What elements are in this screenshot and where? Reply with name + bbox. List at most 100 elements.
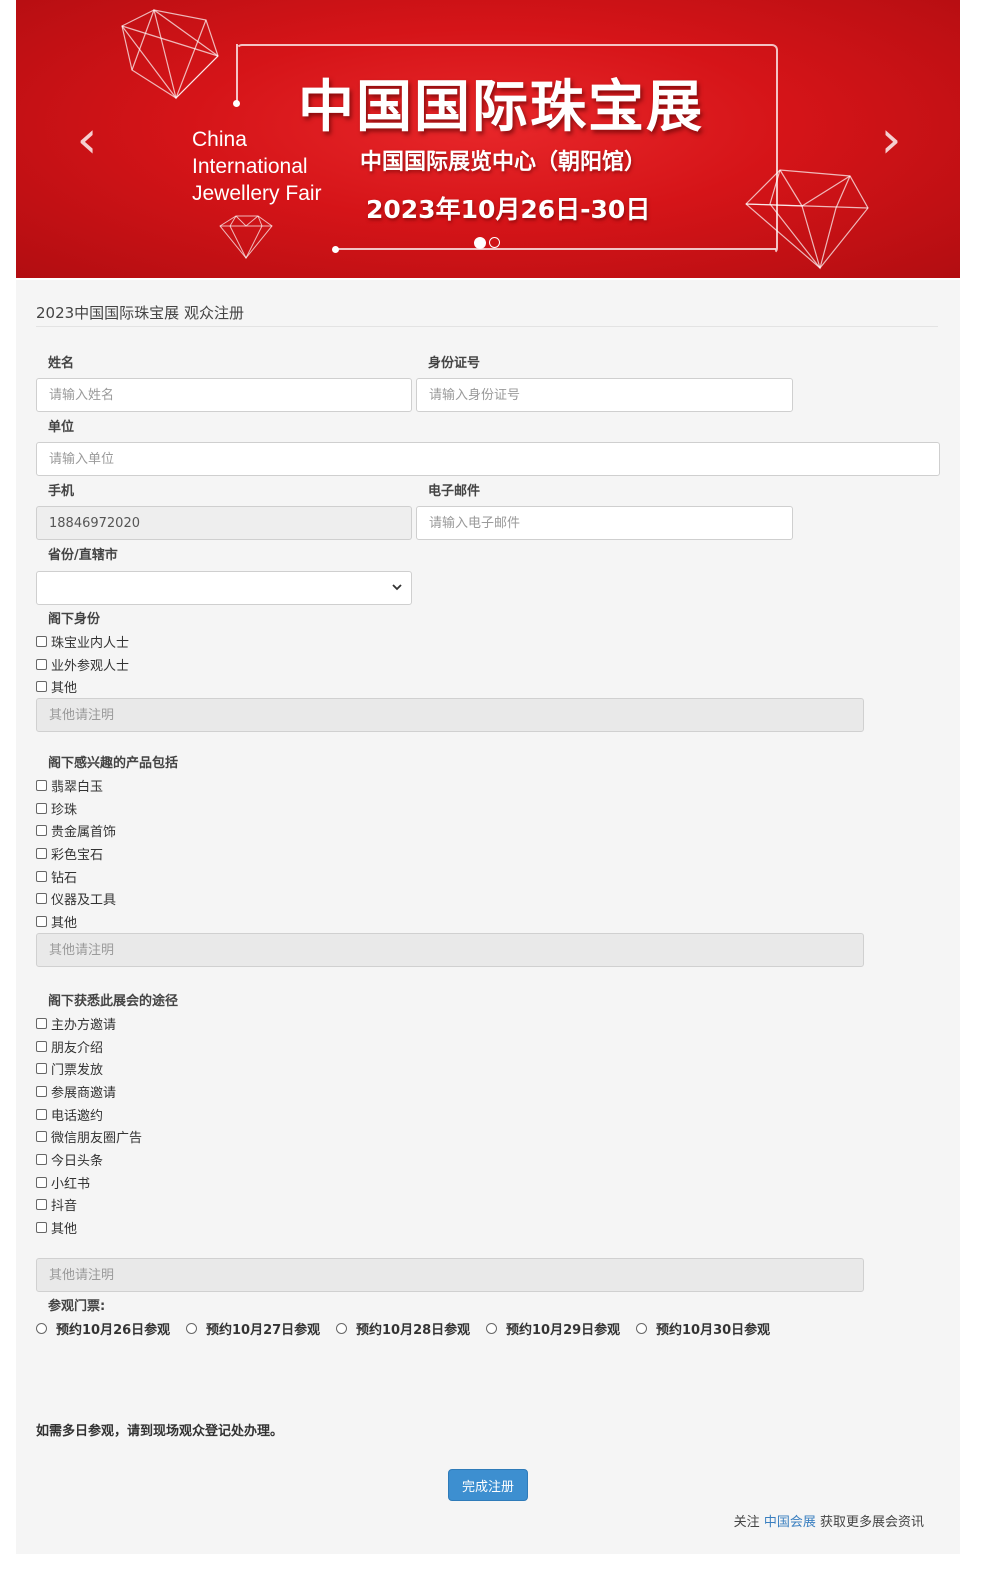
ticket-option-label: 预约10月27日参观 bbox=[206, 1322, 321, 1338]
banner-frame-left bbox=[236, 44, 238, 104]
phone-label: 手机 bbox=[48, 484, 75, 499]
radio-button[interactable] bbox=[486, 1322, 497, 1334]
banner-title-en-line: Jewellery Fair bbox=[192, 182, 322, 205]
checkbox[interactable] bbox=[36, 824, 47, 836]
checkbox[interactable] bbox=[36, 1040, 47, 1052]
banner-frame-bottom bbox=[336, 248, 776, 250]
checkbox[interactable] bbox=[36, 1108, 47, 1120]
banner-title: 中国国际珠宝展 bbox=[298, 75, 704, 140]
source-other-input bbox=[36, 1258, 864, 1292]
source-option[interactable]: 其他 bbox=[36, 1217, 77, 1237]
identity-label: 阁下身份 bbox=[48, 612, 101, 627]
source-option[interactable]: 主办方邀请 bbox=[36, 1013, 116, 1033]
ticket-option-label: 预约10月30日参观 bbox=[656, 1322, 771, 1338]
checkbox[interactable] bbox=[36, 1085, 47, 1097]
checkbox[interactable] bbox=[36, 1153, 47, 1165]
checkbox[interactable] bbox=[36, 847, 47, 859]
product-option[interactable]: 仪器及工具 bbox=[36, 888, 116, 908]
product-option-label: 钻石 bbox=[51, 870, 78, 886]
checkbox[interactable] bbox=[36, 680, 47, 692]
checkbox[interactable] bbox=[36, 870, 47, 882]
source-option-label: 今日头条 bbox=[51, 1153, 104, 1169]
checkbox[interactable] bbox=[36, 635, 47, 647]
chevron-down-icon bbox=[392, 584, 402, 591]
checkbox[interactable] bbox=[36, 1017, 47, 1029]
checkbox[interactable] bbox=[36, 779, 47, 791]
id-number-input[interactable] bbox=[416, 378, 793, 412]
product-option[interactable]: 翡翠白玉 bbox=[36, 775, 103, 795]
product-option[interactable]: 钻石 bbox=[36, 866, 77, 886]
divider bbox=[36, 326, 938, 327]
radio-button[interactable] bbox=[636, 1322, 647, 1334]
source-option-label: 电话邀约 bbox=[51, 1108, 104, 1124]
identity-option-label: 业外参观人士 bbox=[51, 658, 130, 674]
province-select[interactable] bbox=[36, 571, 412, 605]
prev-slide-icon[interactable]: ‹ bbox=[72, 114, 102, 166]
source-option-label: 主办方邀请 bbox=[51, 1017, 117, 1033]
source-option-label: 微信朋友圈广告 bbox=[51, 1130, 143, 1146]
source-option-label: 抖音 bbox=[51, 1198, 78, 1214]
product-option[interactable]: 珍珠 bbox=[36, 798, 77, 818]
product-option[interactable]: 彩色宝石 bbox=[36, 843, 103, 863]
province-label: 省份/直辖市 bbox=[48, 548, 118, 563]
source-option-label: 门票发放 bbox=[51, 1062, 104, 1078]
footer-prefix: 关注 bbox=[733, 1515, 760, 1530]
submit-button[interactable]: 完成注册 bbox=[448, 1469, 528, 1501]
checkbox[interactable] bbox=[36, 1062, 47, 1074]
banner-title-en-line: International bbox=[192, 155, 308, 178]
company-input[interactable] bbox=[36, 442, 940, 476]
identity-option[interactable]: 其他 bbox=[36, 676, 77, 696]
source-option[interactable]: 参展商邀请 bbox=[36, 1081, 116, 1101]
ticket-option[interactable]: 预约10月29日参观 bbox=[486, 1319, 636, 1338]
source-option[interactable]: 微信朋友圈广告 bbox=[36, 1126, 142, 1146]
product-option-label: 其他 bbox=[51, 915, 78, 931]
source-option[interactable]: 门票发放 bbox=[36, 1058, 103, 1078]
checkbox[interactable] bbox=[36, 892, 47, 904]
carousel-dot-1[interactable] bbox=[474, 236, 486, 249]
source-option-label: 其他 bbox=[51, 1221, 78, 1237]
product-option-label: 彩色宝石 bbox=[51, 847, 104, 863]
source-option[interactable]: 朋友介绍 bbox=[36, 1036, 103, 1056]
product-option[interactable]: 其他 bbox=[36, 911, 77, 931]
carousel-dot-2[interactable] bbox=[489, 237, 500, 248]
banner-carousel: 中国国际珠宝展 China International Jewellery Fa… bbox=[16, 0, 960, 278]
product-option[interactable]: 贵金属首饰 bbox=[36, 820, 116, 840]
identity-option[interactable]: 业外参观人士 bbox=[36, 654, 129, 674]
ticket-option[interactable]: 预约10月30日参观 bbox=[636, 1319, 786, 1338]
checkbox[interactable] bbox=[36, 1130, 47, 1142]
diamond-icon bbox=[121, 9, 219, 100]
next-slide-icon[interactable]: › bbox=[876, 114, 906, 166]
registration-form: 2023中国国际珠宝展 观众注册 姓名 身份证号 单位 手机 电子邮件 省份/直… bbox=[16, 280, 960, 1554]
radio-button[interactable] bbox=[336, 1322, 347, 1334]
identity-option-label: 珠宝业内人士 bbox=[51, 635, 130, 651]
banner-title-en-line: China bbox=[192, 128, 247, 151]
radio-button[interactable] bbox=[186, 1322, 197, 1334]
name-input[interactable] bbox=[36, 378, 412, 412]
footer-link[interactable]: 中国会展 bbox=[764, 1515, 816, 1530]
phone-input bbox=[36, 506, 412, 540]
source-option[interactable]: 今日头条 bbox=[36, 1149, 103, 1169]
source-option[interactable]: 小红书 bbox=[36, 1172, 90, 1192]
product-option-label: 珍珠 bbox=[51, 802, 78, 818]
identity-other-input bbox=[36, 698, 864, 732]
checkbox[interactable] bbox=[36, 915, 47, 927]
ticket-option[interactable]: 预约10月28日参观 bbox=[336, 1319, 486, 1338]
ticket-option-label: 预约10月28日参观 bbox=[356, 1322, 471, 1338]
checkbox[interactable] bbox=[36, 802, 47, 814]
ticket-option[interactable]: 预约10月26日参观 bbox=[36, 1319, 186, 1338]
source-option[interactable]: 电话邀约 bbox=[36, 1104, 103, 1124]
checkbox[interactable] bbox=[36, 1221, 47, 1233]
identity-option[interactable]: 珠宝业内人士 bbox=[36, 631, 129, 651]
ticket-option[interactable]: 预约10月27日参观 bbox=[186, 1319, 336, 1338]
radio-button[interactable] bbox=[36, 1322, 47, 1334]
ticket-option-label: 预约10月29日参观 bbox=[506, 1322, 621, 1338]
source-option-label: 参展商邀请 bbox=[51, 1085, 117, 1101]
checkbox[interactable] bbox=[36, 658, 47, 670]
frame-dot bbox=[233, 100, 240, 107]
source-option[interactable]: 抖音 bbox=[36, 1194, 77, 1214]
footer-text: 关注 中国会展 获取更多展会资讯 bbox=[734, 1511, 924, 1530]
email-input[interactable] bbox=[416, 506, 793, 540]
checkbox[interactable] bbox=[36, 1198, 47, 1210]
checkbox[interactable] bbox=[36, 1176, 47, 1188]
frame-dot bbox=[332, 246, 339, 253]
